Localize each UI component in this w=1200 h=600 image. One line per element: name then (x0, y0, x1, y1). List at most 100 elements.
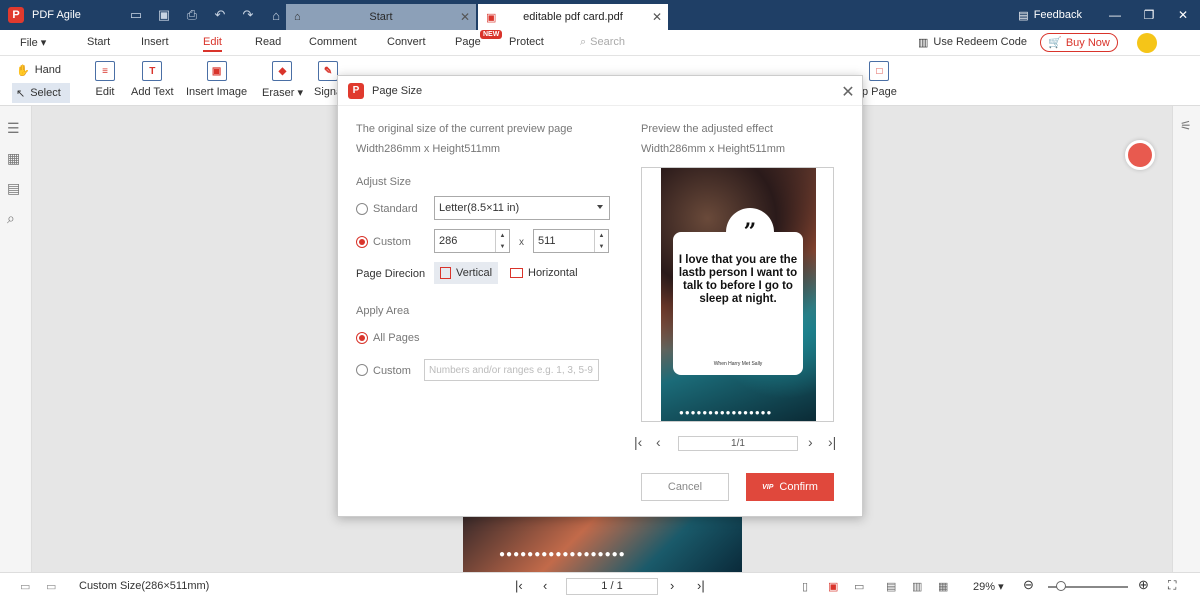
fit-width-icon[interactable]: ▭ (854, 580, 864, 593)
image-icon: ▣ (206, 61, 227, 81)
page-nav-icon[interactable]: ▭ (46, 580, 56, 593)
close-icon[interactable]: ✕ (454, 10, 476, 24)
save-icon[interactable]: ▣ (150, 0, 178, 30)
preview-page-indicator[interactable]: 1/1 (678, 436, 798, 451)
all-pages-radio[interactable] (356, 332, 368, 344)
tool-label: p Page (862, 86, 897, 98)
chevron-down-icon (597, 205, 603, 209)
feedback-button[interactable]: ▤ Feedback (1018, 9, 1082, 22)
preview-image: ” I love that you are the lastb person I… (661, 168, 816, 421)
vertical-button[interactable]: Vertical (434, 262, 499, 284)
horizontal-button[interactable]: Horizontal (504, 262, 584, 284)
tab-document[interactable]: ▣ editable pdf card.pdf ✕ (478, 4, 668, 30)
prev-page-icon[interactable]: ‹ (543, 578, 547, 593)
custom-size-radio[interactable] (356, 236, 368, 248)
open-folder-icon[interactable]: ▭ (122, 0, 150, 30)
increment-icon[interactable]: ▲ (599, 233, 605, 239)
single-page-view-icon[interactable]: ▯ (802, 580, 808, 593)
edit-tool[interactable]: ≡ Edit (95, 61, 115, 98)
page-range-input[interactable]: Numbers and/or ranges e.g. 1, 3, 5-9 (424, 359, 599, 381)
tab-start[interactable]: ⌂ Start ✕ (286, 4, 476, 30)
zoom-slider-handle[interactable] (1056, 581, 1066, 591)
select-tool[interactable]: ↖ Select (12, 83, 70, 103)
dialog-title: Page Size (372, 84, 423, 97)
width-stepper[interactable]: 286 ▲ ▼ (434, 229, 510, 253)
close-icon[interactable]: ✕ (840, 82, 856, 102)
last-page-icon[interactable]: ›| (697, 578, 705, 593)
undo-icon[interactable]: ↶ (206, 0, 234, 30)
hand-tool[interactable]: ✋ Hand (12, 60, 70, 80)
confirm-button[interactable]: VIP Confirm (746, 473, 834, 501)
page-icon[interactable]: ▭ (20, 580, 30, 593)
search-panel-icon[interactable]: ⌕ (7, 210, 25, 226)
menu-edit[interactable]: Edit (203, 36, 222, 52)
decrement-icon[interactable]: ▼ (599, 244, 605, 250)
quote-card: ” I love that you are the lastb person I… (673, 208, 803, 375)
standard-size-select[interactable]: Letter(8.5×11 in) (434, 196, 610, 220)
menu-comment[interactable]: Comment (309, 36, 357, 48)
rotate-view-icon[interactable]: ▦ (938, 580, 948, 593)
document-page[interactable]: ●●●●●●●●●●●●●●●●●● (463, 517, 742, 572)
select-label: Select (30, 87, 61, 99)
next-page-icon[interactable]: › (670, 578, 674, 593)
prev-page-icon[interactable]: ‹ (656, 434, 661, 450)
fit-page-icon[interactable]: ▣ (828, 580, 838, 593)
first-page-icon[interactable]: |‹ (634, 434, 642, 450)
close-icon[interactable]: ✕ (646, 10, 668, 24)
add-text-tool[interactable]: T Add Text (131, 61, 174, 98)
home-icon: ⌂ (294, 11, 301, 23)
zoom-level[interactable]: 29% ▾ (973, 580, 1004, 593)
zoom-in-icon[interactable]: ⊕ (1138, 577, 1149, 593)
standard-radio[interactable] (356, 203, 368, 215)
menu-protect[interactable]: Protect (509, 36, 544, 48)
pdf-file-icon: ▣ (486, 11, 497, 24)
text-icon: T (142, 61, 163, 81)
menu-start[interactable]: Start (87, 36, 110, 48)
decrement-icon[interactable]: ▼ (500, 244, 506, 250)
buy-now-button[interactable]: 🛒 Buy Now (1040, 33, 1118, 52)
buy-now-label: Buy Now (1065, 36, 1110, 49)
thumbnails-icon[interactable]: ▦ (7, 150, 25, 166)
close-window-button[interactable]: ✕ (1166, 8, 1200, 22)
signature-icon: ✎ (318, 61, 339, 81)
outline-icon[interactable]: ☰ (7, 120, 25, 136)
title-bar: P PDF Agile ▭ ▣ ⎙ ↶ ↷ ⌂ ⌂ Start ✕ ▣ edit… (0, 0, 1200, 30)
print-icon[interactable]: ⎙ (178, 0, 206, 30)
restore-button[interactable]: ❐ (1132, 8, 1166, 22)
horizontal-label: Horizontal (528, 267, 578, 279)
search-input[interactable]: ⌕ Search (580, 36, 625, 49)
ai-assistant-icon[interactable] (1125, 140, 1155, 170)
minimize-button[interactable]: — (1098, 8, 1132, 22)
redeem-code-button[interactable]: ▥ Use Redeem Code (918, 36, 1027, 49)
original-size-value: Width286mm x Height511mm (356, 143, 501, 155)
first-page-icon[interactable]: |‹ (515, 578, 523, 593)
comments-icon[interactable]: ▤ (7, 180, 25, 196)
crop-page-tool[interactable]: □ p Page (862, 61, 897, 98)
eraser-icon: ◆ (272, 61, 293, 81)
menu-page[interactable]: Page (455, 36, 481, 48)
redo-icon[interactable]: ↷ (234, 0, 262, 30)
menu-file[interactable]: File ▾ (20, 36, 46, 49)
menu-read[interactable]: Read (255, 36, 281, 48)
custom-area-radio[interactable] (356, 364, 368, 376)
avatar[interactable] (1137, 33, 1157, 53)
insert-image-tool[interactable]: ▣ Insert Image (186, 61, 247, 98)
zoom-out-icon[interactable]: ⊖ (1023, 577, 1034, 593)
increment-icon[interactable]: ▲ (500, 233, 506, 239)
menu-convert[interactable]: Convert (387, 36, 426, 48)
hand-label: Hand (34, 64, 61, 76)
page-number-input[interactable]: 1 / 1 (566, 578, 658, 595)
vip-icon: VIP (762, 483, 774, 491)
eraser-tool[interactable]: ◆ Eraser ▾ (262, 61, 303, 99)
fullscreen-icon[interactable]: ⛶ (1168, 578, 1176, 593)
feedback-label: Feedback (1033, 9, 1082, 21)
settings-sliders-icon[interactable]: ⚟ (1180, 118, 1200, 134)
custom-area-label: Custom (373, 365, 411, 377)
next-page-icon[interactable]: › (808, 434, 813, 450)
last-page-icon[interactable]: ›| (828, 434, 836, 450)
cancel-button[interactable]: Cancel (641, 473, 729, 501)
height-stepper[interactable]: 511 ▲ ▼ (533, 229, 609, 253)
continuous-view-icon[interactable]: ▤ (886, 580, 896, 593)
double-page-icon[interactable]: ▥ (912, 580, 922, 593)
menu-insert[interactable]: Insert (141, 36, 169, 48)
